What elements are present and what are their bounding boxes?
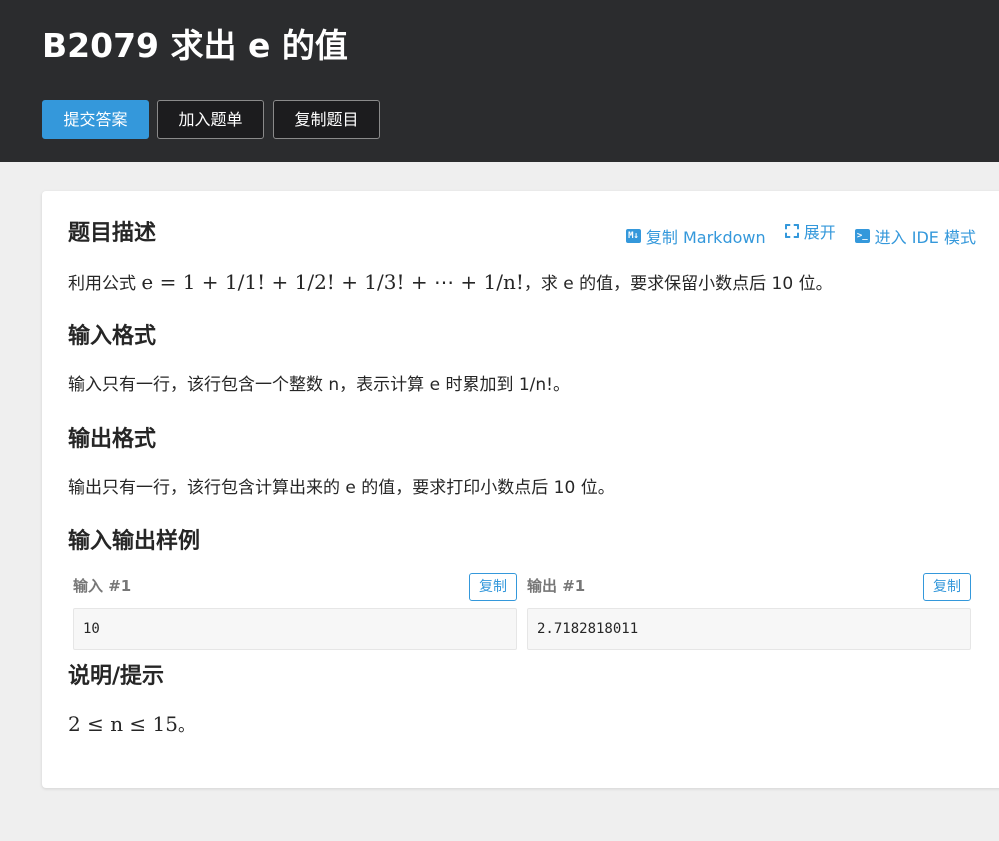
hint-suffix: 。 — [178, 716, 195, 736]
expand-icon — [784, 224, 799, 238]
submit-button[interactable]: 提交答案 — [42, 100, 149, 139]
output-format-text: 输出只有一行，该行包含计算出来的 e 的值，要求打印小数点后 10 位。 — [68, 478, 615, 498]
sample-output-label: 输出 #1 — [527, 577, 586, 595]
copy-problem-button[interactable]: 复制题目 — [273, 100, 380, 139]
hint-text: 2 ≤ n ≤ 15。 — [68, 710, 195, 740]
problem-card: M↓ 复制 Markdown 展开 >_ 进入 IDE 模式 题目描述 利用公式… — [42, 191, 999, 788]
sample-input-label: 输入 #1 — [73, 577, 132, 595]
samples-heading: 输入输出样例 — [68, 529, 201, 554]
description-formula: e = 1 + 1/1! + 1/2! + 1/3! + ⋯ + 1/n! — [141, 270, 524, 294]
markdown-icon: M↓ — [626, 229, 641, 243]
page-title: B2079 求出 e 的值 — [42, 26, 348, 65]
sample-output-box[interactable]: 2.7182818011 — [527, 608, 971, 650]
description-text-before: 利用公式 — [68, 274, 136, 294]
enter-ide-label: 进入 IDE 模式 — [874, 228, 976, 247]
expand-label: 展开 — [803, 223, 836, 242]
output-format-heading: 输出格式 — [68, 427, 157, 452]
copy-input-button[interactable]: 复制 — [469, 573, 517, 601]
sample-input-box[interactable]: 10 — [73, 608, 517, 650]
copy-output-button[interactable]: 复制 — [923, 573, 971, 601]
description-heading: 题目描述 — [68, 221, 157, 246]
problem-header: B2079 求出 e 的值 提交答案 加入题单 复制题目 — [0, 0, 999, 162]
enter-ide-link[interactable]: >_ 进入 IDE 模式 — [854, 224, 976, 248]
input-format-heading: 输入格式 — [68, 324, 157, 349]
copy-markdown-link[interactable]: M↓ 复制 Markdown — [626, 224, 766, 248]
terminal-icon: >_ — [854, 229, 870, 243]
problem-toolbar: M↓ 复制 Markdown 展开 >_ 进入 IDE 模式 — [612, 219, 976, 247]
description-text: 利用公式 e = 1 + 1/1! + 1/2! + 1/3! + ⋯ + 1/… — [68, 268, 833, 298]
hint-formula: 2 ≤ n ≤ 15 — [68, 712, 178, 736]
copy-markdown-label: 复制 Markdown — [645, 228, 766, 247]
input-format-text: 输入只有一行，该行包含一个整数 n，表示计算 e 时累加到 1/n!。 — [68, 375, 570, 395]
description-text-after: ，求 e 的值，要求保留小数点后 10 位。 — [523, 274, 833, 294]
expand-link[interactable]: 展开 — [784, 219, 836, 243]
hint-heading: 说明/提示 — [68, 664, 165, 689]
add-to-list-button[interactable]: 加入题单 — [157, 100, 264, 139]
